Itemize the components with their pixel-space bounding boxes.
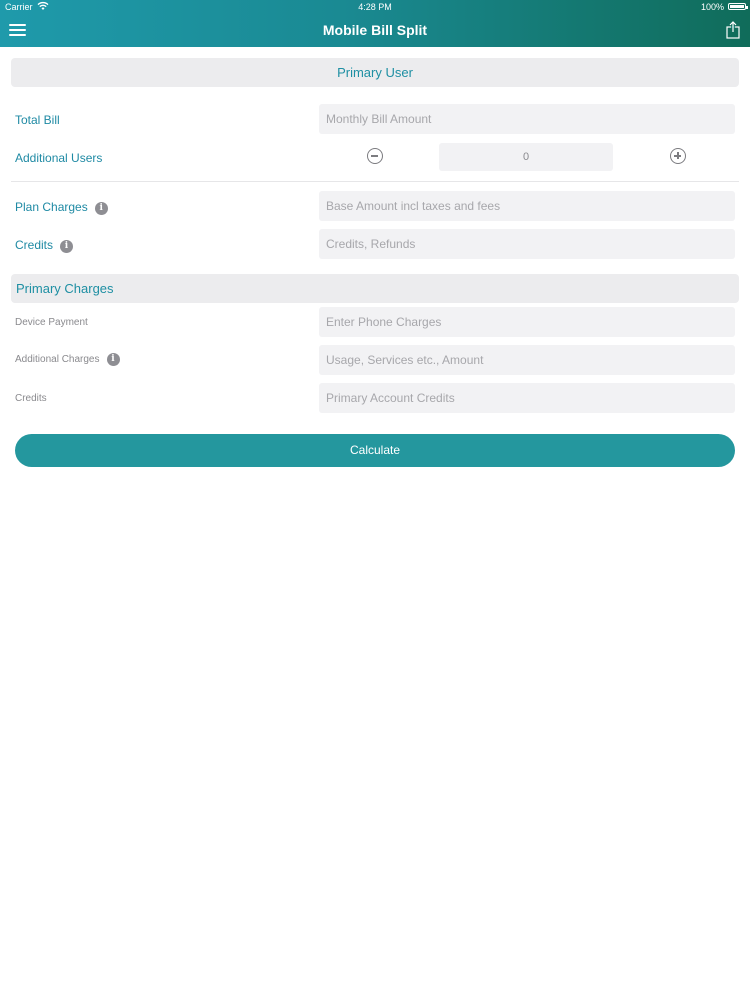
primary-credits-input[interactable]: [319, 383, 735, 413]
battery-percent: 100%: [700, 2, 724, 12]
device-payment-label: Device Payment: [15, 317, 88, 328]
device-payment-input[interactable]: [319, 307, 735, 337]
primary-credits-label: Credits: [15, 393, 47, 404]
plan-charges-info-icon[interactable]: i: [94, 202, 108, 215]
increment-users-button[interactable]: [670, 148, 686, 164]
status-bar: Carrier 4:28 PM 100%: [0, 0, 750, 14]
additional-charges-input[interactable]: [319, 345, 735, 375]
additional-users-value: 0: [439, 143, 613, 171]
status-time: 4:28 PM: [358, 2, 392, 12]
share-icon[interactable]: [726, 21, 740, 39]
additional-charges-info-icon[interactable]: i: [106, 353, 120, 366]
plan-charges-label: Plan Charges i: [15, 200, 108, 215]
total-bill-input[interactable]: [319, 104, 735, 134]
additional-users-label: Additional Users: [15, 151, 103, 165]
total-bill-label: Total Bill: [15, 113, 60, 127]
primary-user-header: Primary User: [11, 58, 739, 87]
plan-charges-input[interactable]: [319, 191, 735, 221]
credits-text: Credits: [15, 238, 54, 252]
credits-label: Credits i: [15, 238, 74, 253]
primary-charges-title: Primary Charges: [16, 281, 114, 296]
nav-bar: Mobile Bill Split: [0, 14, 750, 47]
calculate-button[interactable]: Calculate: [15, 434, 735, 467]
credits-info-icon[interactable]: i: [60, 240, 74, 253]
plan-charges-text: Plan Charges: [15, 200, 88, 214]
additional-charges-text: Additional Charges: [15, 354, 100, 365]
section-divider: [11, 181, 739, 182]
primary-charges-header: Primary Charges: [11, 274, 739, 303]
additional-charges-label: Additional Charges i: [15, 353, 120, 366]
top-bar: Carrier 4:28 PM 100% Mobile Bill Split: [0, 0, 750, 47]
decrement-users-button[interactable]: [367, 148, 383, 164]
battery-icon: [728, 3, 748, 10]
credits-input[interactable]: [319, 229, 735, 259]
page-title: Mobile Bill Split: [322, 22, 428, 38]
